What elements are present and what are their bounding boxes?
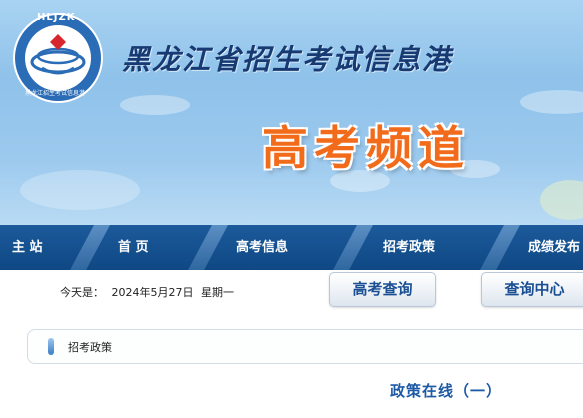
nav-separator (333, 225, 373, 270)
cloud-decoration (520, 90, 583, 114)
date-value: 2024年5月27日 (111, 286, 194, 299)
breadcrumb-current[interactable]: 招考政策 (68, 339, 112, 355)
header-banner: HLJZK 黑龙江招生考试信息港 黑龙江省招生考试信息港 高考频道 (0, 0, 583, 225)
nav-item-main-site[interactable]: 主 站 (12, 225, 43, 270)
nav-separator (70, 225, 110, 270)
nav-item-gaokao-info[interactable]: 高考信息 (236, 225, 288, 270)
query-center-button[interactable]: 查询中心 (481, 272, 583, 307)
logo-text: HLJZK (37, 12, 76, 23)
nav-separator (188, 225, 228, 270)
nav-separator (480, 225, 520, 270)
date-prefix: 今天是： (60, 286, 104, 299)
cloud-decoration (540, 180, 583, 220)
section-heading: 政策在线（一） (390, 382, 503, 400)
gaokao-query-button[interactable]: 高考查询 (329, 272, 436, 307)
weekday-value: 星期一 (201, 286, 234, 299)
breadcrumb: 招考政策 (27, 329, 583, 364)
nav-item-home[interactable]: 首 页 (118, 225, 149, 270)
date-display: 今天是： 2024年5月27日 星期一 (60, 284, 238, 300)
cloud-decoration (20, 170, 140, 210)
main-nav: 主 站 首 页 高考信息 招考政策 成绩发布 (0, 225, 583, 270)
nav-item-score-release[interactable]: 成绩发布 (528, 225, 580, 270)
channel-title: 高考频道 (262, 121, 470, 175)
cloud-decoration (120, 95, 190, 115)
site-title: 黑龙江省招生考试信息港 (122, 43, 453, 76)
breadcrumb-marker-icon (48, 338, 54, 355)
logo-subtext: 黑龙江招生考试信息港 (25, 90, 86, 97)
nav-item-admission-policy[interactable]: 招考政策 (383, 225, 435, 270)
